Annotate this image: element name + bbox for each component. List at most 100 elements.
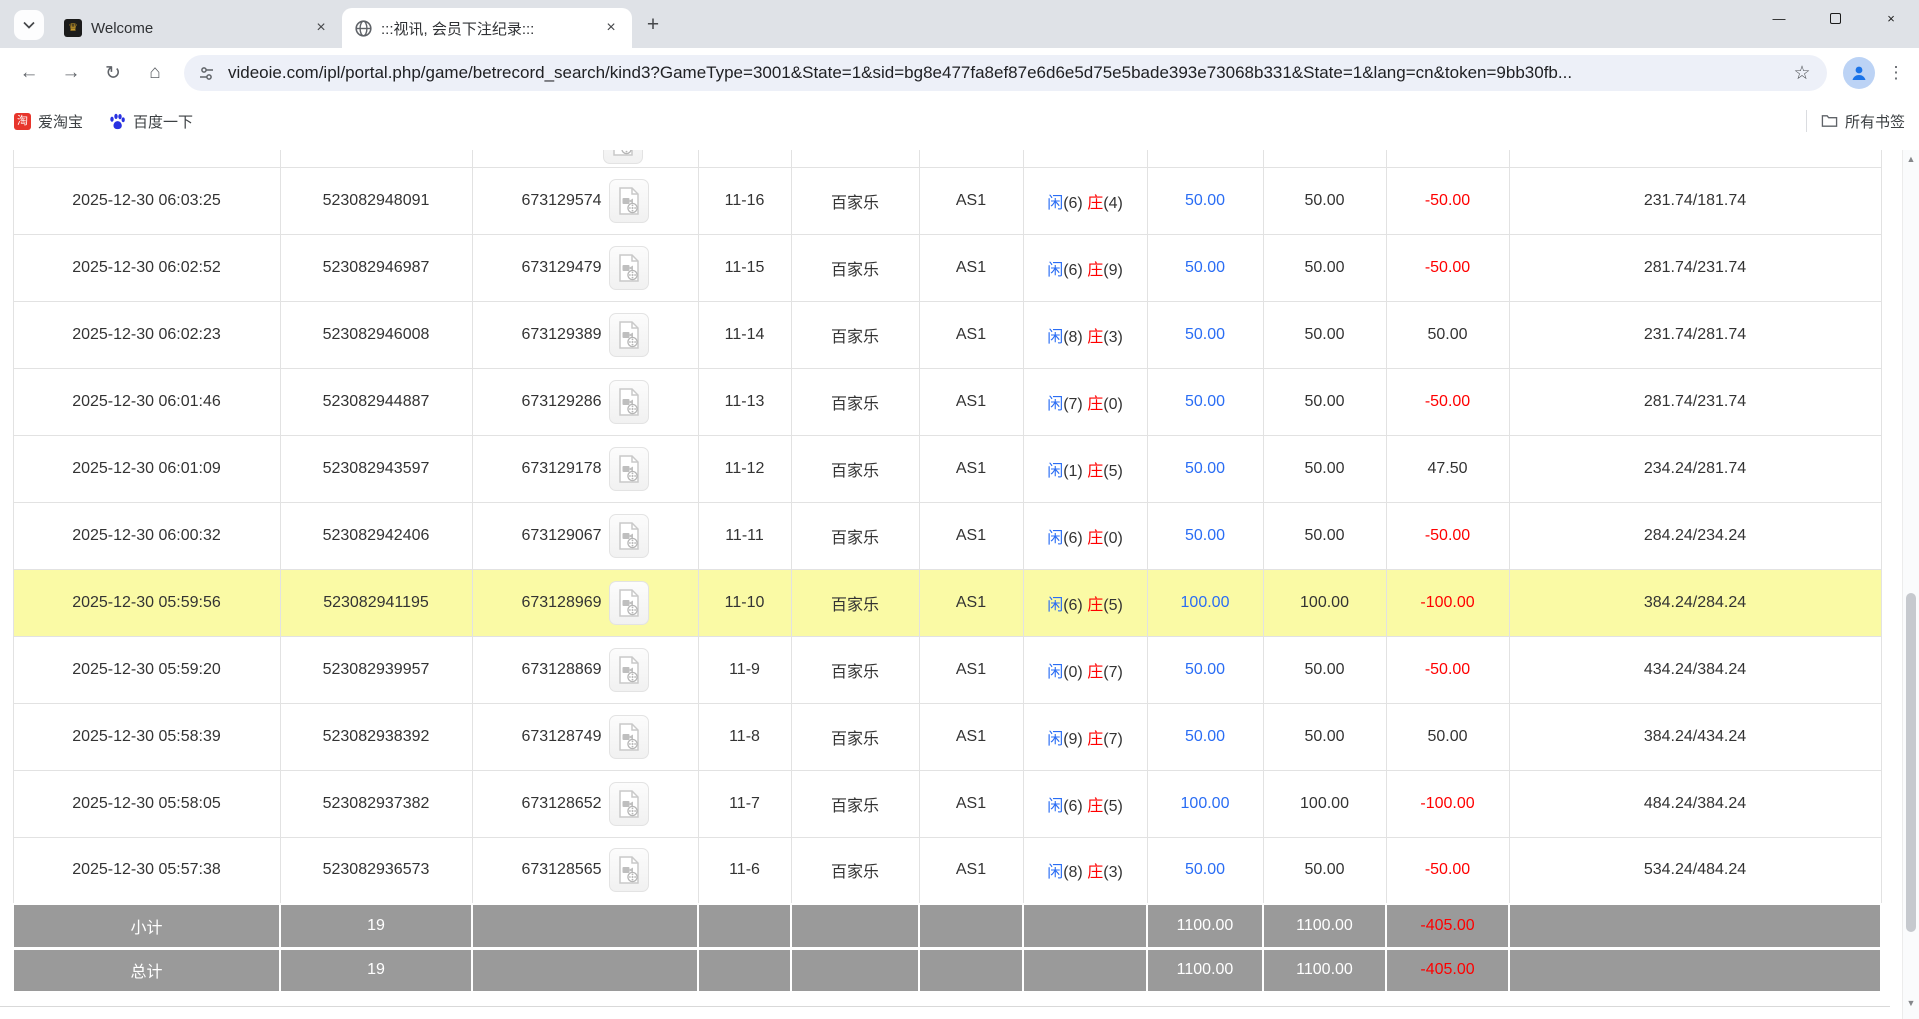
maximize-button[interactable] <box>1807 0 1863 36</box>
cell-table: AS1 <box>919 703 1023 770</box>
video-record-button[interactable] <box>609 715 649 759</box>
cell-table: AS1 <box>919 837 1023 904</box>
video-record-button[interactable] <box>609 313 649 357</box>
player-label: 闲 <box>1047 798 1063 815</box>
scroll-up-arrow-icon[interactable]: ▲ <box>1903 154 1919 164</box>
vertical-scrollbar[interactable]: ▲ ▼ <box>1902 150 1919 1019</box>
back-button[interactable]: ← <box>11 55 47 91</box>
cell-bet-id: 523082937382 <box>280 770 472 837</box>
banker-label: 庄 <box>1087 530 1103 547</box>
cell-balance: 231.74/281.74 <box>1509 301 1881 368</box>
video-record-button[interactable] <box>603 150 643 164</box>
scrollbar-thumb[interactable] <box>1906 593 1916 932</box>
video-record-button[interactable] <box>609 380 649 424</box>
minimize-button[interactable]: — <box>1751 0 1807 36</box>
video-record-button[interactable] <box>609 179 649 223</box>
forward-button[interactable]: → <box>53 55 89 91</box>
table-row-partial[interactable] <box>13 150 1881 167</box>
tab-close-icon[interactable]: × <box>600 17 622 39</box>
cell-game: 百家乐 <box>791 569 919 636</box>
table-row[interactable]: 2025-12-30 06:02:52 523082946987 6731294… <box>13 234 1881 301</box>
video-doc-icon <box>617 723 641 751</box>
bookmark-star-icon[interactable]: ☆ <box>1791 62 1813 85</box>
table-row[interactable]: 2025-12-30 06:00:32 523082942406 6731290… <box>13 502 1881 569</box>
bookmark-aitaobao[interactable]: 淘 爱淘宝 <box>14 111 83 132</box>
cell-result: 闲(9) 庄(7) <box>1023 703 1147 770</box>
cell-result: 闲(6) 庄(0) <box>1023 502 1147 569</box>
summary-winloss: -405.00 <box>1386 904 1509 948</box>
table-row[interactable]: 2025-12-30 05:58:05 523082937382 6731286… <box>13 770 1881 837</box>
video-record-button[interactable] <box>609 782 649 826</box>
banker-label: 庄 <box>1087 396 1103 413</box>
summary-valid: 1100.00 <box>1263 948 1386 992</box>
globe-favicon-icon <box>354 19 372 37</box>
cell-balance: 281.74/231.74 <box>1509 234 1881 301</box>
player-label: 闲 <box>1047 463 1063 480</box>
cell-round-no: 11-7 <box>698 770 791 837</box>
cell-game: 百家乐 <box>791 234 919 301</box>
chrome-menu-button[interactable]: ⋮ <box>1881 58 1911 88</box>
cell-result: 闲(1) 庄(5) <box>1023 435 1147 502</box>
tab-close-icon[interactable]: × <box>310 17 332 39</box>
cell-table: AS1 <box>919 167 1023 234</box>
video-record-button[interactable] <box>609 514 649 558</box>
cell-bet-id: 523082946987 <box>280 234 472 301</box>
baidu-paw-icon <box>109 113 126 130</box>
cell-bet-amount: 50.00 <box>1147 636 1263 703</box>
tab-search-button[interactable] <box>14 10 44 40</box>
table-row[interactable]: 2025-12-30 05:59:20 523082939957 6731288… <box>13 636 1881 703</box>
summary-label: 小计 <box>13 904 280 948</box>
cell-round-id: 673129479 <box>472 234 698 301</box>
cell-round-no: 11-13 <box>698 368 791 435</box>
cell-table: AS1 <box>919 301 1023 368</box>
cell-round-no: 11-12 <box>698 435 791 502</box>
table-row[interactable]: 2025-12-30 06:02:23 523082946008 6731293… <box>13 301 1881 368</box>
cell-valid-amount: 50.00 <box>1263 502 1386 569</box>
taobao-icon: 淘 <box>14 113 31 130</box>
video-record-button[interactable] <box>609 648 649 692</box>
table-row[interactable]: 2025-12-30 06:03:25 523082948091 6731295… <box>13 167 1881 234</box>
reload-button[interactable]: ↻ <box>95 55 131 91</box>
cell-bet-amount: 100.00 <box>1147 770 1263 837</box>
table-row[interactable]: 2025-12-30 05:58:39 523082938392 6731287… <box>13 703 1881 770</box>
cell-winloss: -100.00 <box>1386 569 1509 636</box>
cell-round-id: 673129286 <box>472 368 698 435</box>
table-row[interactable]: 2025-12-30 06:01:09 523082943597 6731291… <box>13 435 1881 502</box>
table-row[interactable]: 2025-12-30 05:59:56 523082941195 6731289… <box>13 569 1881 636</box>
video-doc-icon <box>617 790 641 818</box>
cell-winloss: -50.00 <box>1386 837 1509 904</box>
video-record-button[interactable] <box>609 848 649 892</box>
video-record-button[interactable] <box>609 246 649 290</box>
cell-game: 百家乐 <box>791 502 919 569</box>
video-doc-icon <box>617 321 641 349</box>
banker-label: 庄 <box>1087 329 1103 346</box>
bookmark-baidu[interactable]: 百度一下 <box>109 111 193 132</box>
tab-betrecord[interactable]: :::视讯, 会员下注纪录::: × <box>342 8 632 48</box>
maximize-icon <box>1830 13 1841 24</box>
home-button[interactable]: ⌂ <box>137 55 173 91</box>
cell-winloss: -100.00 <box>1386 770 1509 837</box>
table-row[interactable]: 2025-12-30 05:57:38 523082936573 6731285… <box>13 837 1881 904</box>
cell-round-id: 673128652 <box>472 770 698 837</box>
cell-balance: 231.74/181.74 <box>1509 167 1881 234</box>
address-bar[interactable]: videoie.com/ipl/portal.php/game/betrecor… <box>184 55 1827 91</box>
banker-label: 庄 <box>1087 597 1103 614</box>
cell-round-no: 11-8 <box>698 703 791 770</box>
cell-result: 闲(6) 庄(4) <box>1023 167 1147 234</box>
all-bookmarks-button[interactable]: 所有书签 <box>1821 111 1905 132</box>
summary-bet: 1100.00 <box>1147 904 1263 948</box>
profile-avatar[interactable] <box>1843 57 1875 89</box>
video-doc-icon <box>617 254 641 282</box>
table-row[interactable]: 2025-12-30 06:01:46 523082944887 6731292… <box>13 368 1881 435</box>
video-record-button[interactable] <box>609 581 649 625</box>
scroll-down-arrow-icon[interactable]: ▼ <box>1903 998 1919 1008</box>
cell-game: 百家乐 <box>791 636 919 703</box>
close-window-button[interactable]: × <box>1863 0 1919 36</box>
new-tab-button[interactable]: + <box>638 10 668 40</box>
round-id-text: 673129574 <box>521 192 601 210</box>
video-record-button[interactable] <box>609 447 649 491</box>
cell-round-no: 11-11 <box>698 502 791 569</box>
cell-round-no: 11-14 <box>698 301 791 368</box>
tab-welcome[interactable]: ♛ Welcome × <box>52 8 342 48</box>
site-settings-icon[interactable] <box>198 65 216 82</box>
